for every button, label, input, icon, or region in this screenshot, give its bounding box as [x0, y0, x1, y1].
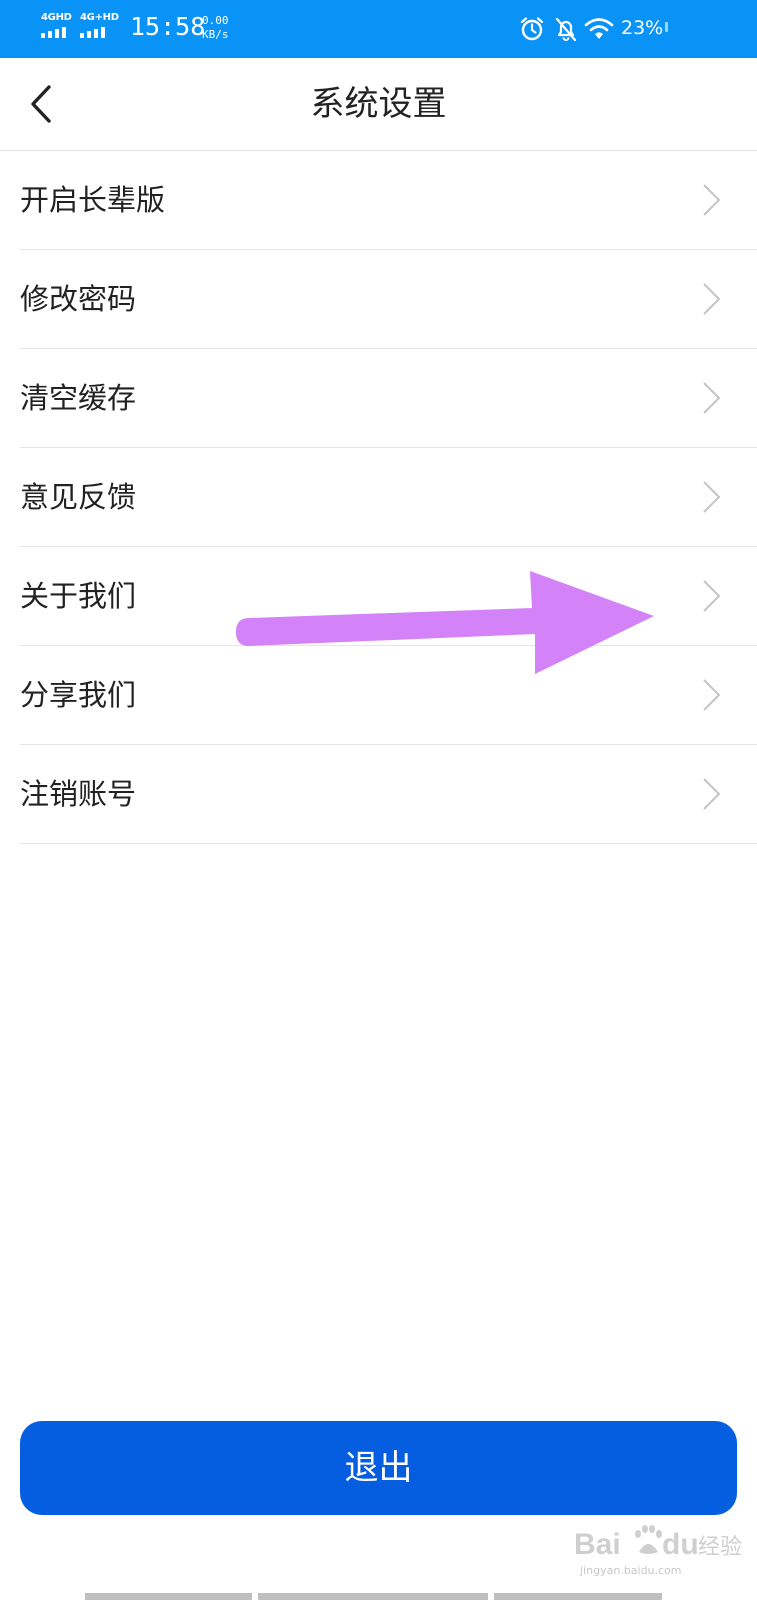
setting-item-share[interactable]: 分享我们	[20, 646, 757, 745]
title-bar: 系统设置	[0, 58, 757, 151]
setting-item-label: 开启长辈版	[20, 183, 166, 217]
settings-list: 开启长辈版 修改密码 清空缓存 意见反馈 关于我们 分享我们 注销账号	[20, 151, 757, 844]
network-2-label: 4G+HD	[80, 12, 119, 23]
page-title: 系统设置	[310, 84, 447, 124]
watermark-url: jingyan.baidu.com	[580, 1564, 682, 1577]
status-bar: 4GHD 4G+HD 15:58 0.00 KB/s 23%	[0, 0, 757, 58]
network-speed-value: 0.00	[202, 14, 229, 27]
setting-item-label: 清空缓存	[20, 381, 137, 415]
setting-item-label: 意见反馈	[20, 480, 137, 514]
chevron-right-icon	[703, 382, 721, 414]
chevron-right-icon	[703, 778, 721, 810]
setting-item-change-password[interactable]: 修改密码	[20, 250, 757, 349]
battery-level: 23%	[621, 17, 664, 39]
setting-item-elder-mode[interactable]: 开启长辈版	[20, 151, 757, 250]
chevron-right-icon	[703, 283, 721, 315]
chevron-right-icon	[703, 580, 721, 612]
setting-item-label: 修改密码	[20, 282, 137, 316]
chevron-right-icon	[703, 481, 721, 513]
setting-item-label: 注销账号	[20, 777, 137, 811]
signal-icon	[41, 26, 66, 38]
network-1-label: 4GHD	[41, 12, 72, 23]
battery-indicator	[665, 22, 668, 32]
alarm-clock-icon	[520, 17, 544, 41]
logout-button[interactable]: 退出	[20, 1421, 737, 1515]
chevron-right-icon	[703, 184, 721, 216]
bottom-edge-strip	[85, 1593, 672, 1600]
svg-text:du: du	[662, 1528, 699, 1561]
setting-item-feedback[interactable]: 意见反馈	[20, 448, 757, 547]
status-time: 15:58	[130, 12, 206, 41]
wifi-icon	[584, 18, 614, 39]
setting-item-label: 关于我们	[20, 579, 137, 613]
network-2: 4G+HD	[80, 12, 120, 42]
bell-muted-icon	[555, 17, 577, 42]
network-speed-unit: KB/s	[202, 28, 229, 41]
svg-text:经验: 经验	[698, 1535, 742, 1560]
baidu-logo-icon: Bai du 经验	[574, 1525, 742, 1561]
svg-text:Bai: Bai	[574, 1528, 621, 1561]
setting-item-label: 分享我们	[20, 678, 137, 712]
signal-icon	[80, 26, 105, 38]
chevron-right-icon	[703, 679, 721, 711]
baidu-jingyan-watermark: Bai du 经验 jingyan.baidu.com	[574, 1518, 744, 1582]
settings-screen: 4GHD 4G+HD 15:58 0.00 KB/s 23% 系统设置 开启长辈…	[0, 0, 757, 1600]
network-1: 4GHD	[41, 12, 81, 42]
setting-item-clear-cache[interactable]: 清空缓存	[20, 349, 757, 448]
setting-item-about-us[interactable]: 关于我们	[20, 547, 757, 646]
network-speed: 0.00 KB/s	[202, 14, 229, 42]
setting-item-delete-account[interactable]: 注销账号	[20, 745, 757, 844]
